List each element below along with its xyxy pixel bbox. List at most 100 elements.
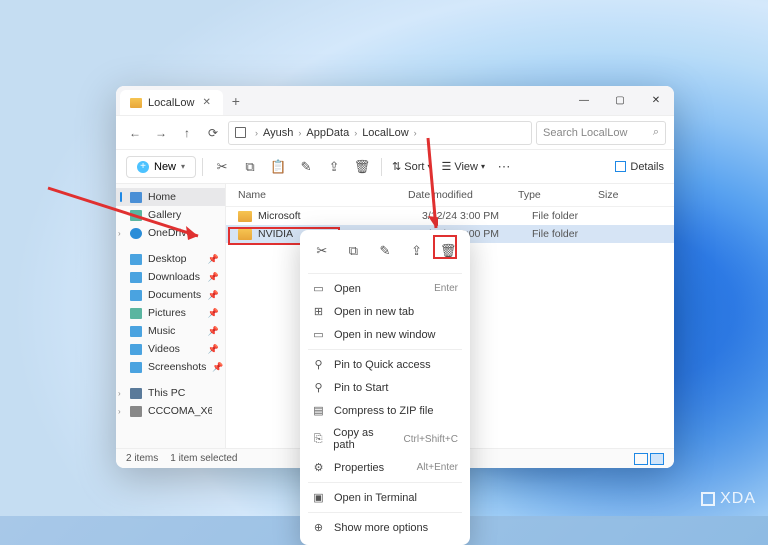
sidebar-item-pictures[interactable]: Pictures📌 (116, 304, 225, 322)
cut-icon[interactable]: ✂ (209, 154, 235, 180)
selection-count: 1 item selected (170, 453, 237, 464)
sort-button[interactable]: ⇅ Sort ▾ (388, 160, 435, 173)
cut-icon[interactable]: ✂ (310, 240, 334, 262)
search-input[interactable]: Search LocalLow ⌕ (536, 121, 666, 145)
delete-icon[interactable]: 🗑 (349, 154, 375, 180)
pin-icon: ⚲ (312, 381, 325, 394)
sidebar-item-drive[interactable]: ›CCCOMA_X64FRE (116, 402, 225, 420)
col-size[interactable]: Size (598, 189, 662, 201)
breadcrumb-segment[interactable]: AppData (306, 127, 349, 139)
col-type[interactable]: Type (518, 189, 598, 201)
back-button[interactable]: ← (124, 122, 146, 144)
context-open-window[interactable]: ▭Open in new window (300, 323, 470, 346)
refresh-button[interactable]: ⟳ (202, 122, 224, 144)
cloud-icon (130, 228, 142, 239)
col-date[interactable]: Date modified (408, 189, 518, 201)
context-open[interactable]: ▭OpenEnter (300, 277, 470, 300)
path-icon: ⎘ (312, 433, 324, 446)
context-properties[interactable]: ⚙PropertiesAlt+Enter (300, 456, 470, 479)
chevron-right-icon: › (295, 128, 304, 138)
videos-icon (130, 344, 142, 355)
tab-close-icon[interactable]: ✕ (200, 97, 212, 108)
list-view-icon[interactable] (634, 453, 648, 465)
documents-icon (130, 290, 142, 301)
drive-icon (130, 406, 142, 417)
pin-icon: 📌 (208, 272, 219, 283)
paste-icon[interactable]: 📋 (265, 154, 291, 180)
forward-button[interactable]: → (150, 122, 172, 144)
logo-icon (701, 492, 715, 506)
tab-locallow[interactable]: LocalLow ✕ (120, 90, 223, 115)
pin-icon: 📌 (208, 290, 219, 301)
watermark: XDA (701, 490, 756, 508)
sidebar-item-documents[interactable]: Documents📌 (116, 286, 225, 304)
details-button[interactable]: Details (615, 161, 664, 173)
sidebar-item-videos[interactable]: Videos📌 (116, 340, 225, 358)
copy-icon[interactable]: ⧉ (237, 154, 263, 180)
sidebar-item-onedrive[interactable]: ›OneDrive (116, 224, 225, 242)
plus-icon: + (137, 161, 149, 173)
view-button[interactable]: ☰ View ▾ (437, 160, 489, 173)
folder-icon (130, 362, 142, 373)
annotation-highlight-delete (433, 235, 457, 259)
file-row[interactable]: Microsoft 3/12/24 3:00 PM File folder (226, 207, 674, 225)
pin-icon: 📌 (208, 308, 219, 319)
open-icon: ▭ (312, 282, 325, 295)
pin-icon: ⚲ (312, 358, 325, 371)
context-pin-quick[interactable]: ⚲Pin to Quick access (300, 353, 470, 376)
context-menu: ✂ ⧉ ✎ ⇪ 🗑 ▭OpenEnter ⊞Open in new tab ▭O… (300, 230, 470, 545)
search-icon: ⌕ (653, 126, 659, 139)
separator (308, 273, 462, 274)
file-type: File folder (532, 210, 612, 222)
sidebar-item-downloads[interactable]: Downloads📌 (116, 268, 225, 286)
share-icon[interactable]: ⇪ (405, 240, 429, 262)
sidebar-item-music[interactable]: Music📌 (116, 322, 225, 340)
window-controls: — ▢ ✕ (566, 86, 674, 115)
close-button[interactable]: ✕ (638, 86, 674, 115)
context-copy-path[interactable]: ⎘Copy as pathCtrl+Shift+C (300, 422, 470, 456)
folder-icon (130, 98, 142, 108)
nav-bar: ← → ↑ ⟳ › Ayush › AppData › LocalLow › S… (116, 116, 674, 150)
rename-icon[interactable]: ✎ (373, 240, 397, 262)
separator (308, 349, 462, 350)
new-tab-button[interactable]: + (223, 86, 249, 115)
pin-icon: 📌 (208, 344, 219, 355)
separator (308, 482, 462, 483)
context-more[interactable]: ⊕Show more options (300, 516, 470, 539)
breadcrumb[interactable]: › Ayush › AppData › LocalLow › (228, 121, 532, 145)
breadcrumb-segment[interactable]: Ayush (263, 127, 293, 139)
copy-icon[interactable]: ⧉ (341, 240, 365, 262)
context-compress[interactable]: ▤Compress to ZIP file (300, 399, 470, 422)
maximize-button[interactable]: ▢ (602, 86, 638, 115)
details-view-icon[interactable] (650, 453, 664, 465)
pc-icon (235, 127, 246, 138)
rename-icon[interactable]: ✎ (293, 154, 319, 180)
separator (202, 158, 203, 176)
sidebar-item-thispc[interactable]: ›This PC (116, 384, 225, 402)
sidebar-item-desktop[interactable]: Desktop📌 (116, 250, 225, 268)
context-open-tab[interactable]: ⊞Open in new tab (300, 300, 470, 323)
context-pin-start[interactable]: ⚲Pin to Start (300, 376, 470, 399)
chevron-right-icon: › (118, 389, 121, 398)
more-icon[interactable]: ⋯ (491, 154, 517, 180)
new-button[interactable]: + New ▾ (126, 156, 196, 178)
context-terminal[interactable]: ▣Open in Terminal (300, 486, 470, 509)
downloads-icon (130, 272, 142, 283)
col-name[interactable]: Name (238, 189, 408, 201)
sidebar-item-screenshots[interactable]: Screenshots📌 (116, 358, 225, 376)
file-type: File folder (532, 228, 612, 240)
more-icon: ⊕ (312, 521, 325, 534)
sidebar-item-home[interactable]: Home (116, 188, 225, 206)
file-date: 3/12/24 3:00 PM (422, 210, 532, 222)
up-button[interactable]: ↑ (176, 122, 198, 144)
sidebar-item-gallery[interactable]: Gallery (116, 206, 225, 224)
tab-icon: ⊞ (312, 305, 325, 318)
share-icon[interactable]: ⇪ (321, 154, 347, 180)
properties-icon: ⚙ (312, 461, 325, 474)
folder-icon (238, 229, 252, 240)
pin-icon: 📌 (208, 254, 219, 265)
breadcrumb-segment[interactable]: LocalLow (362, 127, 408, 139)
minimize-button[interactable]: — (566, 86, 602, 115)
folder-icon (238, 211, 252, 222)
details-icon (615, 161, 626, 172)
